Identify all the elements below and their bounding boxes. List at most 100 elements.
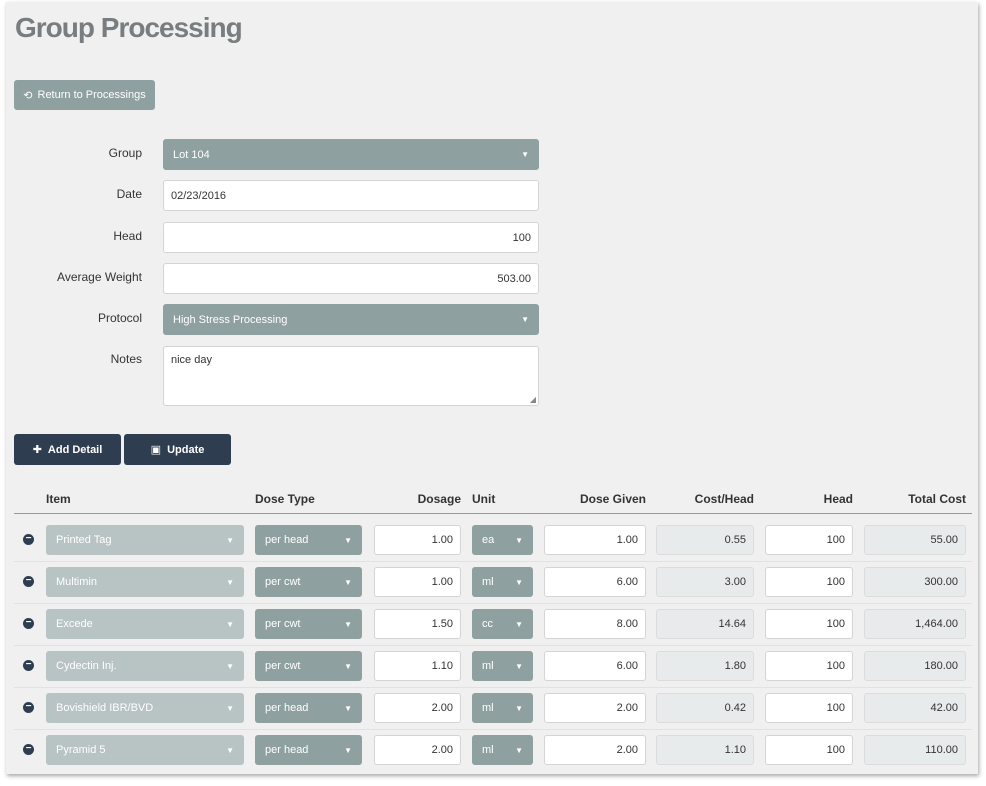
dose-type-value: per head [265, 534, 309, 546]
dose-type-select[interactable]: per head ▼ [255, 525, 362, 555]
remove-row-icon[interactable]: − [23, 576, 34, 587]
item-select[interactable]: Printed Tag ▼ [46, 525, 244, 555]
item-value: Pyramid 5 [56, 744, 106, 756]
head-count-value: 100 [826, 660, 845, 672]
unit-value: ml [482, 576, 494, 588]
item-select[interactable]: Excede ▼ [46, 609, 244, 639]
cost-head-value: 1.80 [724, 660, 746, 672]
dose-given-input[interactable]: 2.00 [544, 693, 646, 723]
undo-icon: ⟲ [23, 89, 33, 102]
total-cost-field: 42.00 [864, 693, 966, 723]
total-cost-field: 55.00 [864, 525, 966, 555]
dose-type-value: per cwt [265, 618, 301, 630]
dose-given-input[interactable]: 6.00 [544, 567, 646, 597]
dose-type-value: per head [265, 702, 309, 714]
head-count-input[interactable]: 100 [765, 693, 853, 723]
remove-row-icon[interactable]: − [23, 660, 34, 671]
return-button-label: Return to Processings [37, 89, 146, 101]
dose-given-value: 6.00 [616, 576, 638, 588]
head-count-input[interactable]: 100 [765, 609, 853, 639]
cost-head-field: 0.42 [656, 693, 754, 723]
caret-down-icon: ▼ [515, 577, 523, 587]
caret-down-icon: ▼ [521, 150, 529, 159]
table-row: − Multimin ▼ per cwt ▼ 1.00 ml ▼ 6.00 3.00 … [6, 562, 978, 604]
remove-row-icon[interactable]: − [23, 534, 34, 545]
item-select[interactable]: Cydectin Inj. ▼ [46, 651, 244, 681]
caret-down-icon: ▼ [515, 745, 523, 755]
caret-down-icon: ▼ [521, 315, 529, 324]
caret-down-icon: ▼ [515, 661, 523, 671]
average-weight-value: 503.00 [497, 272, 531, 285]
add-detail-button[interactable]: ✚ Add Detail [14, 434, 121, 465]
cost-head-field: 1.80 [656, 651, 754, 681]
dose-type-select[interactable]: per cwt ▼ [255, 651, 362, 681]
head-count-value: 100 [826, 576, 845, 588]
dosage-input[interactable]: 2.00 [374, 735, 461, 765]
dose-given-input[interactable]: 6.00 [544, 651, 646, 681]
item-select[interactable]: Bovishield IBR/BVD ▼ [46, 693, 244, 723]
cost-head-field: 0.55 [656, 525, 754, 555]
dosage-input[interactable]: 1.50 [374, 609, 461, 639]
dose-type-select[interactable]: per cwt ▼ [255, 567, 362, 597]
dosage-input[interactable]: 2.00 [374, 693, 461, 723]
table-row: − Bovishield IBR/BVD ▼ per head ▼ 2.00 ml ▼… [6, 688, 978, 730]
head-count-input[interactable]: 100 [765, 525, 853, 555]
group-value: Lot 104 [173, 148, 210, 161]
unit-select[interactable]: ea ▼ [472, 525, 533, 555]
unit-select[interactable]: ml ▼ [472, 651, 533, 681]
unit-select[interactable]: ml ▼ [472, 567, 533, 597]
date-label: Date [116, 187, 142, 201]
head-count-input[interactable]: 100 [765, 735, 853, 765]
dosage-input[interactable]: 1.10 [374, 651, 461, 681]
dose-type-select[interactable]: per head ▼ [255, 735, 362, 765]
dose-given-input[interactable]: 1.00 [544, 525, 646, 555]
unit-select[interactable]: ml ▼ [472, 693, 533, 723]
remove-row-icon[interactable]: − [23, 702, 34, 713]
caret-down-icon: ▼ [226, 745, 234, 755]
dose-type-select[interactable]: per head ▼ [255, 693, 362, 723]
average-weight-input[interactable]: 503.00 [163, 263, 539, 294]
update-label: Update [167, 443, 205, 456]
item-value: Printed Tag [56, 534, 112, 546]
cost-head-field: 1.10 [656, 735, 754, 765]
unit-value: ea [482, 534, 495, 546]
page-title: Group Processing [15, 12, 243, 43]
notes-textarea[interactable]: nice day ◢ [163, 346, 539, 406]
unit-select[interactable]: cc ▼ [472, 609, 533, 639]
item-select[interactable]: Multimin ▼ [46, 567, 244, 597]
caret-down-icon: ▼ [226, 661, 234, 671]
remove-row-icon[interactable]: − [23, 744, 34, 755]
remove-row-icon[interactable]: − [23, 618, 34, 629]
head-count-input[interactable]: 100 [765, 567, 853, 597]
caret-down-icon: ▼ [344, 535, 352, 545]
header-dose-given: Dose Given [579, 492, 646, 506]
dose-type-select[interactable]: per cwt ▼ [255, 609, 362, 639]
date-input[interactable]: 02/23/2016 [163, 180, 539, 211]
dose-given-input[interactable]: 2.00 [544, 735, 646, 765]
dosage-input[interactable]: 1.00 [374, 567, 461, 597]
caret-down-icon: ▼ [515, 535, 523, 545]
total-cost-value: 110.00 [925, 744, 958, 756]
dose-given-value: 2.00 [616, 702, 638, 714]
header-divider [14, 513, 972, 514]
caret-down-icon: ▼ [515, 703, 523, 713]
head-input[interactable]: 100 [163, 222, 539, 253]
caret-down-icon: ▼ [515, 619, 523, 629]
return-to-processings-button[interactable]: ⟲ Return to Processings [14, 80, 155, 110]
head-count-input[interactable]: 100 [765, 651, 853, 681]
dosage-input[interactable]: 1.00 [374, 525, 461, 555]
caret-down-icon: ▼ [344, 661, 352, 671]
dose-given-input[interactable]: 8.00 [544, 609, 646, 639]
update-button[interactable]: ▣ Update [124, 434, 231, 465]
head-count-value: 100 [826, 744, 845, 756]
protocol-select[interactable]: High Stress Processing ▼ [163, 304, 539, 335]
average-weight-label: Average Weight [57, 270, 142, 284]
dosage-value: 2.00 [431, 744, 453, 756]
caret-down-icon: ▼ [344, 703, 352, 713]
resize-handle-icon[interactable]: ◢ [530, 395, 536, 404]
group-select[interactable]: Lot 104 ▼ [163, 139, 539, 170]
item-select[interactable]: Pyramid 5 ▼ [46, 735, 244, 765]
dosage-value: 1.00 [431, 534, 453, 546]
dose-type-value: per head [265, 744, 309, 756]
unit-select[interactable]: ml ▼ [472, 735, 533, 765]
